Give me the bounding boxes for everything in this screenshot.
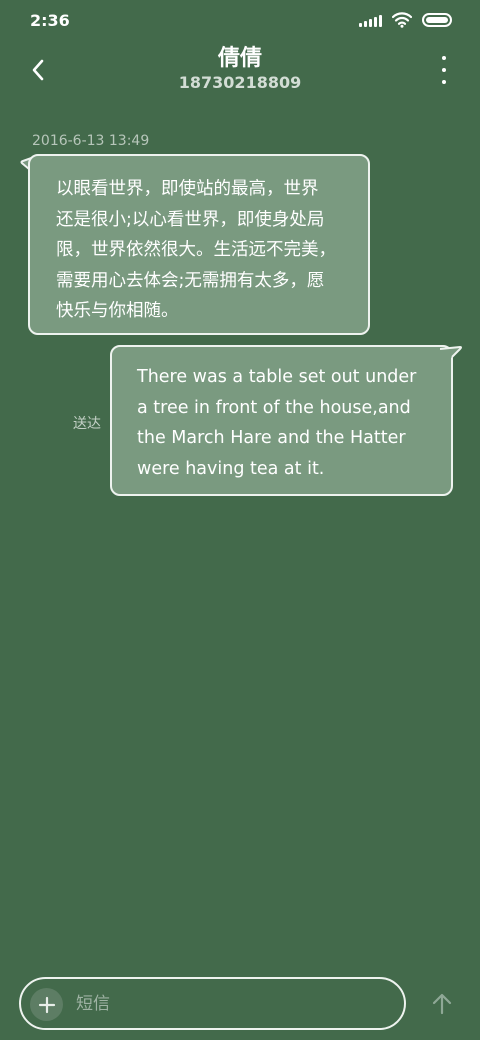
contact-number: 18730218809: [178, 73, 302, 92]
signal-icon: [359, 13, 382, 27]
message-line: 以眼看世界，即使站的最高，世界: [56, 179, 319, 199]
message-line: 限，世界依然很大。生活远不完美，: [56, 240, 336, 260]
message-timestamp: 2016-6-13 13:49: [32, 133, 150, 149]
arrow-up-icon: [432, 993, 452, 1015]
plus-icon: [38, 996, 55, 1013]
contact-title: 倩倩 18730218809: [0, 46, 480, 94]
message-line: 快乐与你相随。: [56, 301, 179, 321]
wifi-icon: [392, 12, 412, 28]
status-time: 2:36: [30, 11, 70, 30]
contact-name: 倩倩: [217, 46, 262, 71]
delivery-status: 送达: [73, 416, 101, 432]
message-line: a tree in front of the house,and: [137, 397, 411, 418]
vertical-dots-icon: [442, 56, 446, 60]
message-composer: [19, 977, 406, 1030]
message-line: 需要用心去体会;无需拥有太多，愿: [56, 270, 325, 291]
status-bar: 2:36: [0, 0, 480, 40]
message-input[interactable]: [76, 988, 386, 1020]
incoming-message-bubble[interactable]: 以眼看世界，即使站的最高，世界 还是很小;以心看世界，即使身处局 限，世界依然很…: [28, 154, 370, 335]
bubble-tail: [440, 345, 462, 365]
more-options-button[interactable]: [432, 56, 456, 84]
add-attachment-button[interactable]: [30, 988, 63, 1021]
status-icons: [359, 12, 452, 28]
battery-icon: [422, 13, 452, 27]
message-line: There was a table set out under: [137, 367, 417, 387]
messaging-screen: 2:36 倩倩 18730218809 2016-6-13 13:49 以眼看世…: [0, 0, 480, 1040]
message-line: 还是很小;以心看世界，即使身处局: [56, 209, 325, 230]
send-button[interactable]: [428, 990, 456, 1018]
message-line: were having tea at it.: [137, 458, 325, 479]
outgoing-message-bubble[interactable]: There was a table set out under a tree i…: [110, 345, 453, 496]
message-line: the March Hare and the Hatter: [137, 428, 406, 448]
conversation-header: 倩倩 18730218809: [0, 40, 480, 100]
